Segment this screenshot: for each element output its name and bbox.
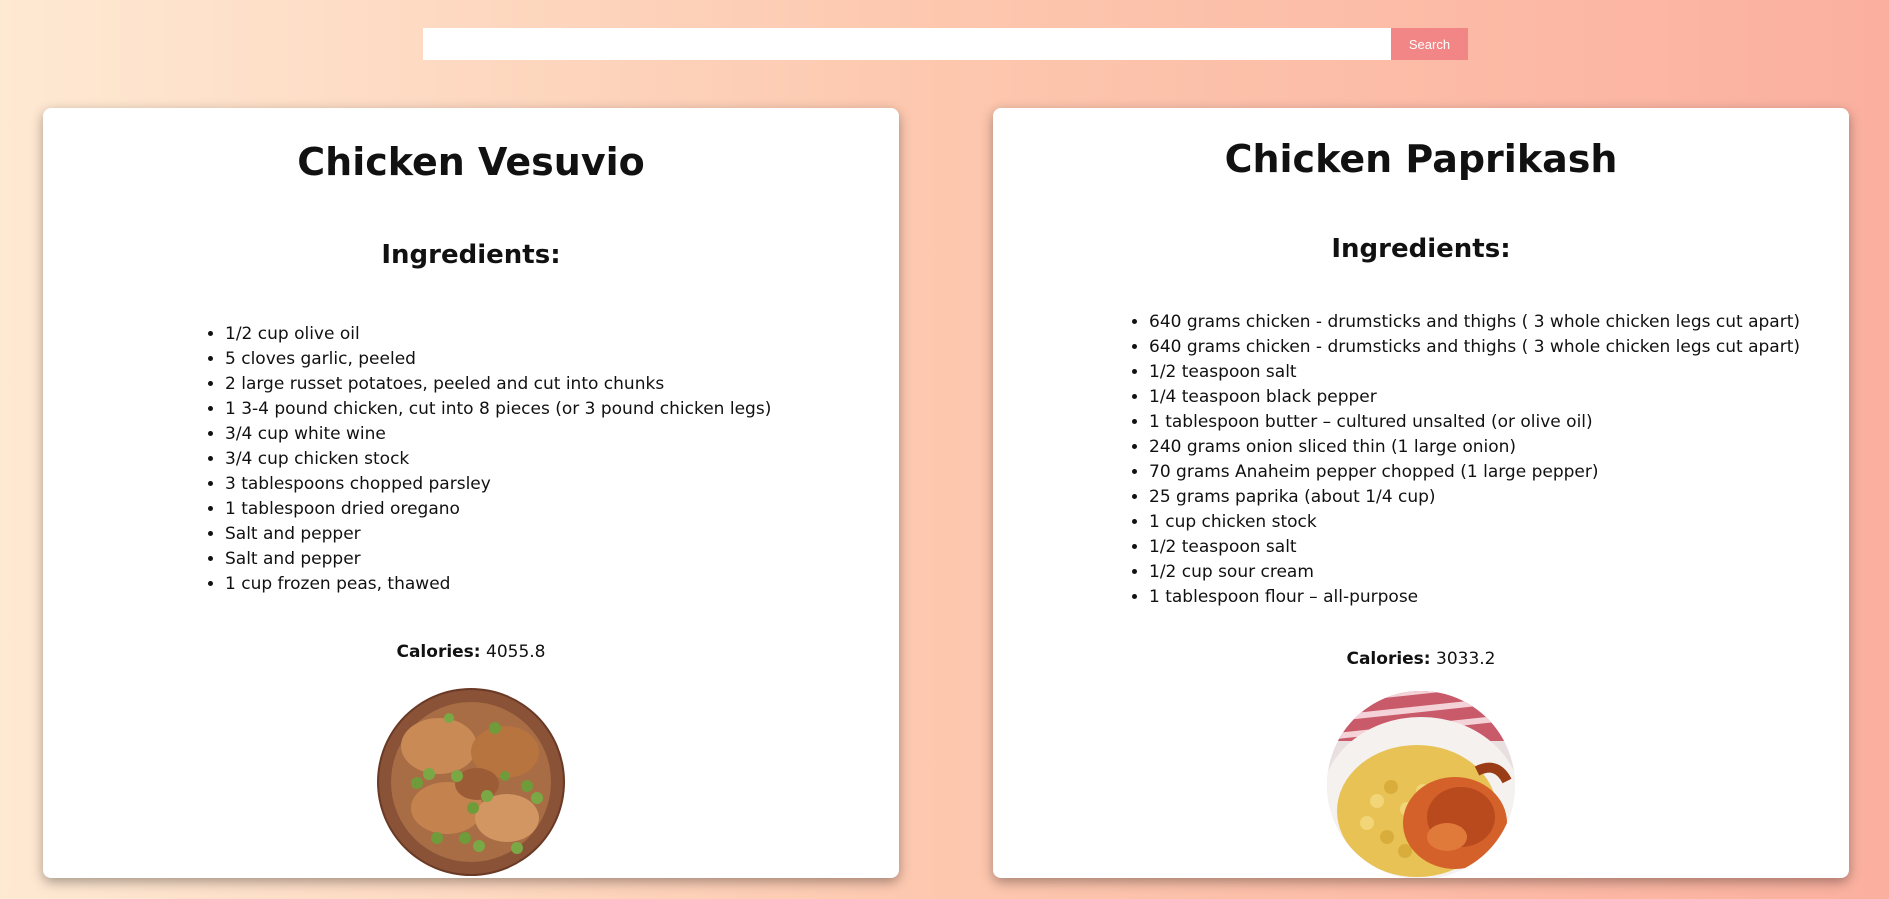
calories-value: 3033.2 bbox=[1436, 649, 1496, 669]
ingredient-item: 3/4 cup chicken stock bbox=[225, 447, 771, 472]
ingredient-item: 1 tablespoon dried oregano bbox=[225, 497, 771, 522]
search-bar: Search bbox=[423, 28, 1468, 60]
ingredients-list: 640 grams chicken - drumsticks and thigh… bbox=[1127, 310, 1800, 610]
ingredient-item: 240 grams onion sliced thin (1 large oni… bbox=[1149, 435, 1800, 460]
ingredient-item: 1 3-4 pound chicken, cut into 8 pieces (… bbox=[225, 397, 771, 422]
ingredient-item: 1/2 cup sour cream bbox=[1149, 560, 1800, 585]
recipe-card: Chicken Paprikash Ingredients: 640 grams… bbox=[993, 108, 1849, 878]
ingredient-item: 25 grams paprika (about 1/4 cup) bbox=[1149, 485, 1800, 510]
calories-value: 4055.8 bbox=[486, 642, 546, 662]
ingredient-item: 1/2 teaspoon salt bbox=[1149, 535, 1800, 560]
ingredient-item: 70 grams Anaheim pepper chopped (1 large… bbox=[1149, 460, 1800, 485]
recipe-title: Chicken Vesuvio bbox=[297, 140, 645, 184]
chicken-paprikash-photo bbox=[1327, 691, 1515, 878]
calories: Calories: 4055.8 bbox=[43, 642, 899, 662]
ingredient-item: 1/2 cup olive oil bbox=[225, 322, 771, 347]
ingredient-item: 640 grams chicken - drumsticks and thigh… bbox=[1149, 310, 1800, 335]
ingredients-heading: Ingredients: bbox=[381, 240, 561, 270]
ingredient-item: 3/4 cup white wine bbox=[225, 422, 771, 447]
recipe-title: Chicken Paprikash bbox=[1224, 137, 1618, 181]
recipe-card: Chicken Vesuvio Ingredients: 1/2 cup oli… bbox=[43, 108, 899, 878]
calories-label: Calories: bbox=[396, 642, 481, 662]
calories: Calories: 3033.2 bbox=[993, 649, 1849, 669]
ingredients-heading: Ingredients: bbox=[1331, 234, 1511, 264]
ingredients-list: 1/2 cup olive oil 5 cloves garlic, peele… bbox=[203, 322, 771, 597]
ingredient-item: 1 cup chicken stock bbox=[1149, 510, 1800, 535]
ingredient-item: 1 tablespoon butter – cultured unsalted … bbox=[1149, 410, 1800, 435]
search-input[interactable] bbox=[423, 28, 1391, 60]
ingredient-item: 1 tablespoon flour – all-purpose bbox=[1149, 585, 1800, 610]
ingredient-item: 1/2 teaspoon salt bbox=[1149, 360, 1800, 385]
calories-label: Calories: bbox=[1346, 649, 1431, 669]
ingredient-item: Salt and pepper bbox=[225, 522, 771, 547]
ingredient-item: 640 grams chicken - drumsticks and thigh… bbox=[1149, 335, 1800, 360]
ingredient-item: Salt and pepper bbox=[225, 547, 771, 572]
ingredient-item: 1/4 teaspoon black pepper bbox=[1149, 385, 1800, 410]
ingredient-item: 1 cup frozen peas, thawed bbox=[225, 572, 771, 597]
search-button[interactable]: Search bbox=[1391, 28, 1468, 60]
chicken-vesuvio-photo bbox=[377, 688, 565, 876]
ingredient-item: 2 large russet potatoes, peeled and cut … bbox=[225, 372, 771, 397]
ingredient-item: 3 tablespoons chopped parsley bbox=[225, 472, 771, 497]
ingredient-item: 5 cloves garlic, peeled bbox=[225, 347, 771, 372]
